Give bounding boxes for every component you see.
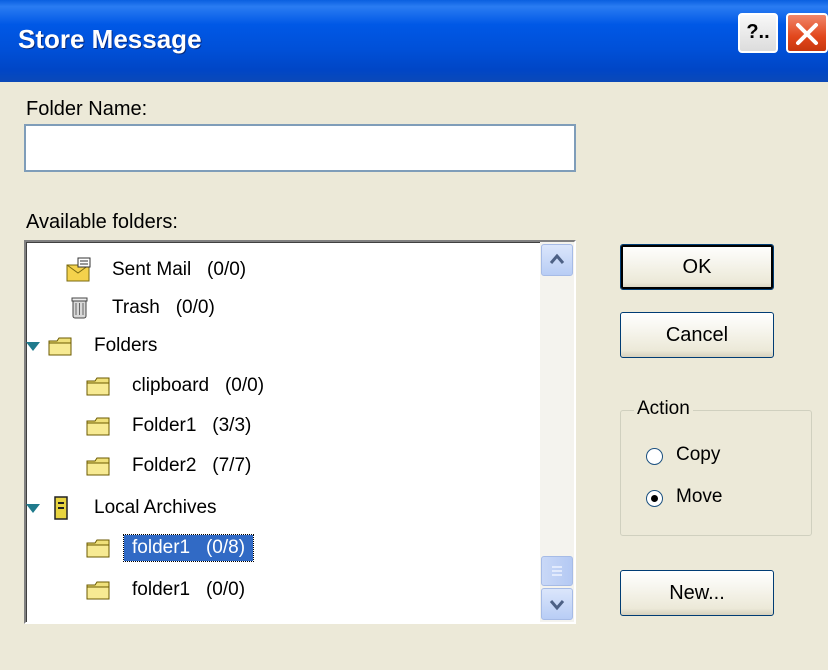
action-group [620, 410, 812, 536]
folder-label: Folder1 (3/3) [132, 415, 252, 436]
list-item[interactable]: folder1 (0/0) [84, 572, 253, 608]
scroll-up-button[interactable] [541, 244, 573, 276]
action-group-title: Action [634, 398, 693, 420]
folder-label: Folders [94, 335, 158, 356]
folder-label: folder1 (0/0) [132, 579, 246, 600]
window-title: Store Message [18, 24, 202, 54]
archive-icon [46, 495, 76, 521]
list-item[interactable]: Local Archives [26, 490, 225, 526]
title-bar[interactable]: Store Message ?.. [0, 0, 828, 82]
folder-icon [84, 535, 114, 561]
folder-icon [84, 577, 114, 603]
close-button[interactable] [786, 13, 828, 53]
available-folders-label: Available folders: [26, 211, 178, 233]
ok-button[interactable]: OK [620, 244, 774, 290]
copy-radio-label[interactable]: Copy [676, 444, 720, 466]
list-item[interactable]: Folder2 (7/7) [84, 448, 259, 484]
move-radio[interactable] [646, 490, 663, 507]
radio-selected-dot [651, 495, 658, 502]
folder-icon [84, 453, 114, 479]
expand-triangle-icon[interactable] [26, 341, 40, 351]
expand-triangle-icon[interactable] [26, 503, 40, 513]
folder-label: clipboard (0/0) [132, 375, 265, 396]
close-icon [796, 23, 818, 45]
folder-label: Local Archives [94, 497, 217, 518]
store-message-dialog: Store Message ?.. Folder Name: Available… [0, 0, 828, 670]
scroll-down-button[interactable] [541, 588, 573, 620]
folder-icon [46, 333, 76, 359]
grip-icon [552, 566, 562, 576]
folder-icon [84, 413, 114, 439]
vertical-scrollbar[interactable] [540, 242, 574, 622]
list-item[interactable]: folder1 (0/8) [84, 530, 255, 566]
cancel-button[interactable]: Cancel [620, 312, 774, 358]
trash-icon [64, 295, 94, 321]
folder-label: folder1 (0/8) [122, 534, 255, 562]
scroll-thumb[interactable] [541, 556, 573, 586]
folder-label: Trash (0/0) [112, 297, 215, 318]
list-item[interactable]: Sent Mail (0/0) [64, 252, 254, 288]
folder-label: Folder2 (7/7) [132, 455, 252, 476]
copy-radio[interactable] [646, 448, 663, 465]
chevron-down-icon [549, 600, 565, 611]
list-item[interactable]: Trash (0/0) [64, 290, 223, 326]
folder-list[interactable]: Sent Mail (0/0) Trash (0/0) Folders clip… [24, 240, 576, 624]
new-folder-button[interactable]: New... [620, 570, 774, 616]
chevron-up-icon [549, 253, 565, 264]
folder-name-input[interactable] [24, 124, 576, 172]
list-item[interactable]: Folders [26, 328, 165, 364]
help-button[interactable]: ?.. [738, 13, 778, 53]
list-item[interactable]: clipboard (0/0) [84, 368, 272, 404]
list-item[interactable]: Folder1 (3/3) [84, 408, 259, 444]
folder-icon [84, 373, 114, 399]
sent-mail-icon [64, 257, 94, 283]
folder-label: Sent Mail (0/0) [112, 259, 247, 280]
move-radio-label[interactable]: Move [676, 486, 722, 508]
folder-name-label: Folder Name: [26, 98, 148, 120]
